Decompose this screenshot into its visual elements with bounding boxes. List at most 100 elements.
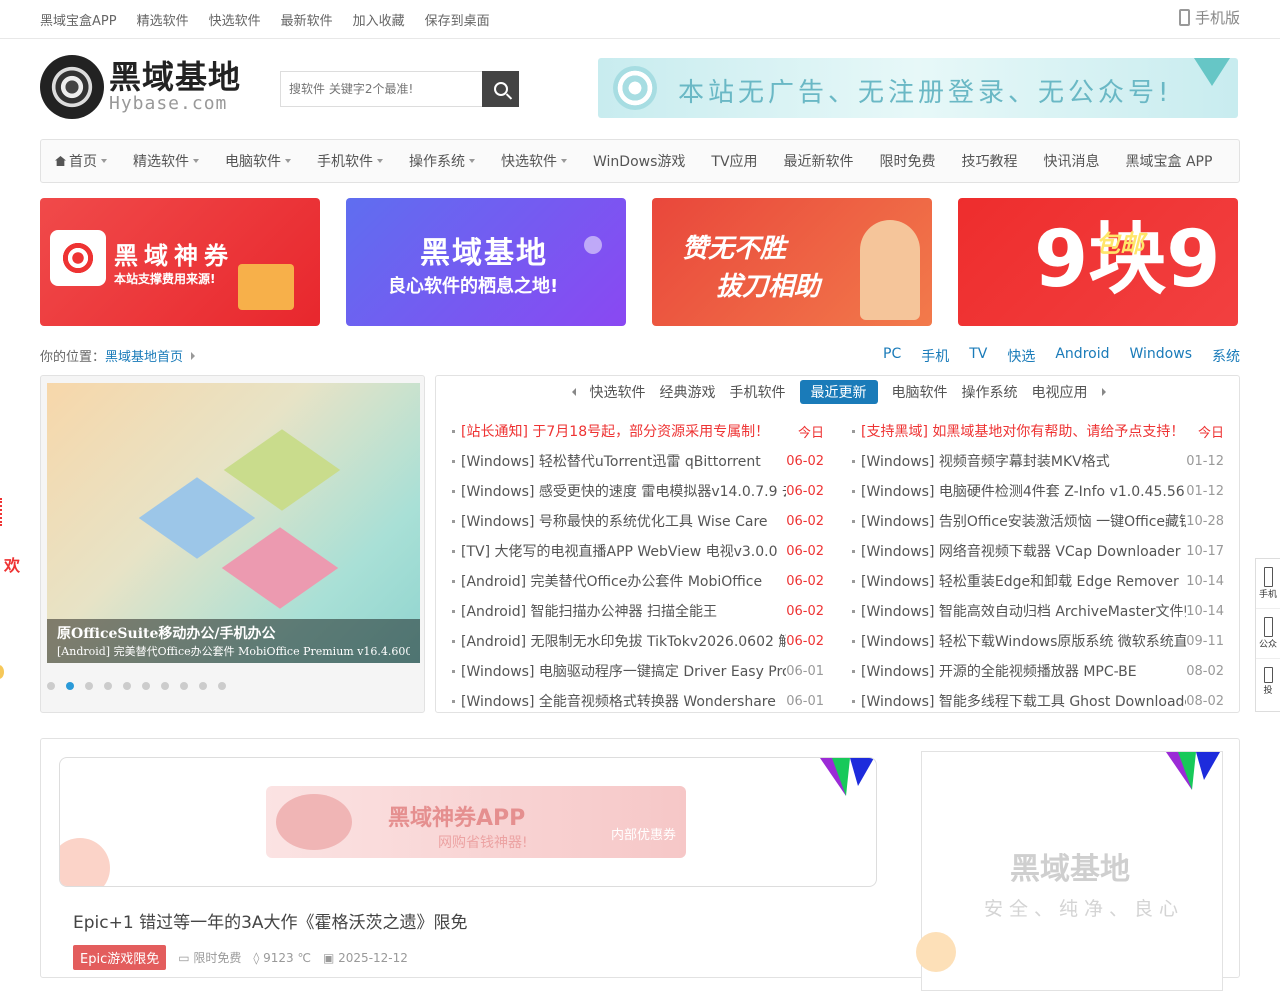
chevron-right-icon[interactable] [1101, 388, 1106, 396]
nav-mobile-software[interactable]: 手机软件 [317, 151, 383, 171]
top-link-bookmark[interactable]: 加入收藏 [353, 10, 405, 29]
breadcrumb-home-link[interactable]: 黑域基地首页 [105, 346, 183, 365]
top-link-save-desktop[interactable]: 保存到桌面 [425, 10, 490, 29]
nav-home[interactable]: 首页 [55, 151, 107, 171]
news-item[interactable]: [Windows] 号称最快的系统优化工具 Wise Care 06-02 [452, 506, 824, 536]
chevron-down-icon [101, 159, 107, 163]
news-item[interactable]: [Windows] 轻松下载Windows原版系统 微软系统直 09-11 [852, 626, 1224, 656]
sidebar-ad[interactable]: 黑域基地 安全、纯净、良心 [916, 751, 1223, 991]
chevron-down-icon [561, 159, 567, 163]
swirl-logo-icon [50, 230, 106, 286]
slider-dot[interactable] [180, 682, 188, 690]
nav-news[interactable]: 快讯消息 [1044, 151, 1100, 171]
category-link-tv[interactable]: TV [969, 346, 987, 366]
top-link-app[interactable]: 黑域宝盒APP [40, 10, 117, 29]
chevron-down-icon [377, 159, 383, 163]
news-item[interactable]: [Windows] 电脑驱动程序一键搞定 Driver Easy Pro 06-0… [452, 656, 824, 686]
slider-dot[interactable] [104, 682, 112, 690]
news-item-title: [Windows] 感受更快的速度 雷电模拟器v14.0.7.9 去 [461, 484, 787, 500]
nav-featured[interactable]: 精选软件 [133, 151, 199, 171]
nav-pc-software[interactable]: 电脑软件 [225, 151, 291, 171]
nav-os[interactable]: 操作系统 [409, 151, 475, 171]
category-link-windows[interactable]: Windows [1130, 346, 1193, 366]
nav-recent[interactable]: 最近新软件 [784, 151, 854, 171]
tab-mobile[interactable]: 手机软件 [730, 380, 786, 404]
slider-dot[interactable] [66, 682, 74, 690]
category-link-quick[interactable]: 快选 [1007, 346, 1035, 366]
slider-dot[interactable] [85, 682, 93, 690]
tab-classic-games[interactable]: 经典游戏 [660, 380, 716, 404]
promo-99[interactable]: 9块9 包邮 [958, 198, 1238, 326]
slider-dot[interactable] [218, 682, 226, 690]
news-item[interactable]: [Android] 完美替代Office办公套件 MobiOffice 06-02 [452, 566, 824, 596]
nav-tips[interactable]: 技巧教程 [962, 151, 1018, 171]
promo-coupon[interactable]: 黑域神券 本站支撑费用来源! [40, 198, 320, 326]
slider-dot[interactable] [142, 682, 150, 690]
news-item-title: [Windows] 智能多线程下载工具 Ghost Downloader [861, 694, 1187, 710]
header-ad-banner[interactable]: 本站无广告、无注册登录、无公众号! [598, 58, 1238, 118]
tab-os[interactable]: 操作系统 [962, 380, 1018, 404]
news-item[interactable]: [Windows] 视频音频字幕封装MKV格式 01-12 [852, 446, 1224, 476]
article-title[interactable]: Epic+1 错过等一年的3A大作《霍格沃茨之遗》限免 [73, 908, 468, 933]
top-link-quick[interactable]: 快选软件 [209, 10, 261, 29]
top-link-latest[interactable]: 最新软件 [281, 10, 333, 29]
slider-dot[interactable] [161, 682, 169, 690]
sidebar-ad-title: 黑域基地 [1010, 852, 1130, 887]
news-item-title: [Windows] 电脑驱动程序一键搞定 Driver Easy Pro [461, 664, 787, 680]
float-item-wechat[interactable]: 公众 [1256, 609, 1280, 659]
news-item[interactable]: [TV] 大佬写的电视直播APP WebView 电视v3.0.0 06-02 [452, 536, 824, 566]
category-link-android[interactable]: Android [1055, 346, 1109, 366]
news-item[interactable]: [Windows] 网络音视频下载器 VCap Downloader 10-17 [852, 536, 1224, 566]
news-item[interactable]: [支持黑域] 如黑域基地对你有帮助、请给予点支持！ 今日 [852, 416, 1224, 446]
category-link-pc[interactable]: PC [883, 346, 901, 366]
news-item[interactable]: [Windows] 开源的全能视频播放器 MPC-BE 08-02 [852, 656, 1224, 686]
tab-quick[interactable]: 快选软件 [590, 380, 646, 404]
nav-tv-apps[interactable]: TV应用 [711, 151, 757, 171]
nav-limited-free[interactable]: 限时免费 [880, 151, 936, 171]
chevron-left-icon[interactable] [571, 388, 576, 396]
coupon-app-ad[interactable]: 黑域神券APP 网购省钱神器! 内部优惠券 [266, 786, 686, 858]
article-ad-banner[interactable]: 黑域神券APP 网购省钱神器! 内部优惠券 [59, 757, 877, 887]
news-item-date: 10-14 [1186, 603, 1224, 619]
promo-hybase[interactable]: 黑域基地 良心软件的栖息之地! [346, 198, 626, 326]
news-item[interactable]: [站长通知] 于7月18号起，部分资源采用专属制！ 今日 [452, 416, 824, 446]
news-item-date: 06-02 [786, 603, 824, 619]
news-item[interactable]: [Android] 智能扫描办公神器 扫描全能王 06-02 [452, 596, 824, 626]
category-link-system[interactable]: 系统 [1212, 346, 1240, 366]
nav-app[interactable]: 黑域宝盒 APP [1126, 151, 1213, 171]
news-item[interactable]: [Windows] 智能高效自动归档 ArchiveMaster文件归 10-14 [852, 596, 1224, 626]
news-item[interactable]: [Windows] 轻松重装Edge和卸载 Edge Remover 10-14 [852, 566, 1224, 596]
promo-praise[interactable]: 赞无不胜 拔刀相助 [652, 198, 932, 326]
news-item[interactable]: [Windows] 告别Office安装激活烦恼 一键Office藏钥 10-28 [852, 506, 1224, 536]
nav-quick[interactable]: 快选软件 [501, 151, 567, 171]
bullet-icon [452, 429, 455, 433]
news-item[interactable]: [Windows] 感受更快的速度 雷电模拟器v14.0.7.9 去 06-02 [452, 476, 824, 506]
category-link-mobile[interactable]: 手机 [921, 346, 949, 366]
logo-domain: Hybase.com [109, 93, 228, 114]
ad-button-label: 内部优惠券 [610, 828, 676, 843]
tab-tv[interactable]: 电视应用 [1032, 380, 1088, 404]
swirl-logo-icon [40, 55, 104, 119]
news-item[interactable]: [Windows] 全能音视频格式转换器 Wondershare 06-01 [452, 686, 824, 716]
news-item[interactable]: [Android] 无限制无水印免拔 TikTokv2026.0602 解 06-… [452, 626, 824, 656]
nav-windows-games[interactable]: WinDows游戏 [593, 151, 685, 171]
search-button[interactable] [482, 71, 519, 107]
slider-dot[interactable] [199, 682, 207, 690]
site-logo[interactable]: 黑域基地 Hybase.com [40, 55, 241, 119]
news-item[interactable]: [Windows] 轻松替代uTorrent迅雷 qBittorrent 06-0… [452, 446, 824, 476]
slider-dot[interactable] [47, 682, 55, 690]
float-item-mobile[interactable]: 手机 [1256, 559, 1280, 609]
article-category-label: 限时免费 [193, 951, 242, 965]
mobile-version-link[interactable]: 手机版 [1178, 7, 1240, 28]
article-category[interactable]: ▭ 限时免费 [178, 949, 241, 966]
tab-recent-updates[interactable]: 最近更新 [799, 380, 878, 404]
float-item-submit[interactable]: 投 [1256, 659, 1280, 709]
article-badge[interactable]: Epic游戏限免 [73, 945, 167, 970]
top-link-featured[interactable]: 精选软件 [137, 10, 189, 29]
slide-caption[interactable]: 原OfficeSuite移动办公/手机办公 [Android] 完美替代Offi… [47, 619, 420, 663]
slider-dot[interactable] [123, 682, 131, 690]
tab-pc[interactable]: 电脑软件 [892, 380, 948, 404]
news-item[interactable]: [Windows] 智能多线程下载工具 Ghost Downloader 08-0… [852, 686, 1224, 716]
search-input[interactable] [280, 71, 482, 107]
news-item[interactable]: [Windows] 电脑硬件检测4件套 Z-Info v1.0.45.56 便0… [852, 476, 1224, 506]
